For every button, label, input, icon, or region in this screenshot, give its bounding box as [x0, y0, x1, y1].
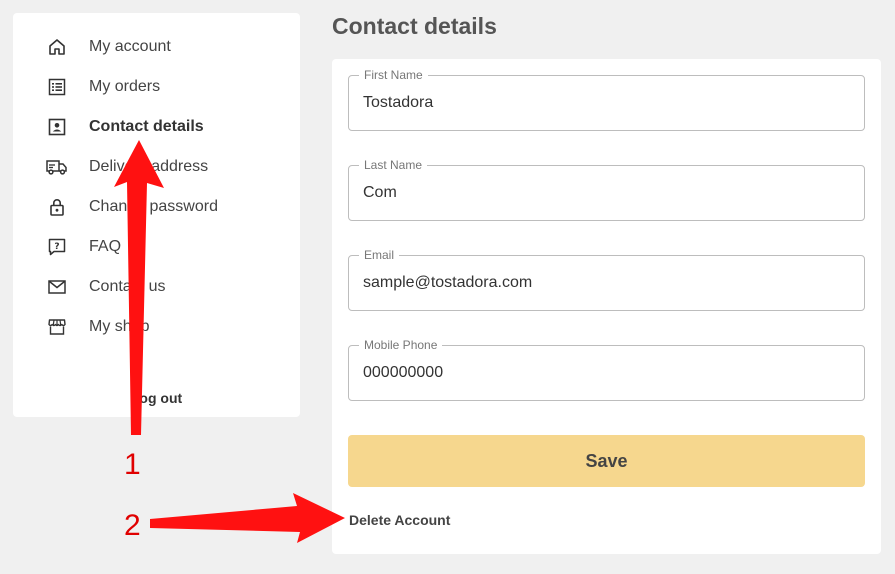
- mail-icon: [46, 276, 68, 298]
- mobile-phone-field: Mobile Phone: [348, 338, 865, 401]
- first-name-field: First Name: [348, 68, 865, 131]
- account-sidebar: My account My orders Contact details Del…: [13, 13, 300, 417]
- sidebar-item-contact-details[interactable]: Contact details: [13, 109, 300, 145]
- contact-icon: [46, 116, 68, 138]
- last-name-field: Last Name: [348, 158, 865, 221]
- annotation-label-2: 2: [124, 509, 141, 542]
- sidebar-item-my-shop[interactable]: My shop: [13, 309, 300, 345]
- list-icon: [46, 76, 68, 98]
- sidebar-item-label: Contact us: [89, 278, 166, 295]
- sidebar-item-label: My account: [89, 38, 171, 55]
- email-input[interactable]: [363, 256, 843, 310]
- sidebar-item-label: Delivery address: [89, 158, 209, 175]
- annotation-label-1: 1: [124, 448, 141, 481]
- email-field: Email: [348, 248, 865, 311]
- annotation-arrow-2: [150, 493, 345, 543]
- question-icon: ?: [46, 236, 68, 258]
- sidebar-item-label: Change password: [89, 198, 218, 215]
- truck-icon: [46, 156, 68, 178]
- sidebar-item-my-orders[interactable]: My orders: [13, 69, 300, 105]
- sidebar-item-label: Contact details: [89, 118, 204, 135]
- sidebar-item-label: My orders: [89, 78, 161, 95]
- save-button[interactable]: Save: [348, 435, 865, 487]
- delete-account-link[interactable]: Delete Account: [349, 512, 450, 528]
- home-icon: [46, 36, 68, 58]
- last-name-input[interactable]: [363, 166, 843, 220]
- lock-icon: [46, 196, 68, 218]
- sidebar-item-my-account[interactable]: My account: [13, 29, 300, 65]
- page-title: Contact details: [332, 13, 497, 39]
- first-name-input[interactable]: [363, 76, 843, 130]
- sidebar-item-label: FAQ: [89, 238, 122, 255]
- sidebar-item-faq[interactable]: ? FAQ: [13, 229, 300, 265]
- contact-details-form: First Name Last Name Email Mobile Phone …: [332, 59, 881, 554]
- shop-icon: [46, 316, 68, 338]
- sidebar-item-label: My shop: [89, 318, 150, 335]
- sidebar-item-delivery-address[interactable]: Delivery address: [13, 149, 300, 185]
- logout-link[interactable]: Log out: [13, 390, 300, 406]
- svg-text:?: ?: [54, 242, 59, 252]
- mobile-phone-input[interactable]: [363, 346, 843, 400]
- sidebar-item-change-password[interactable]: Change password: [13, 189, 300, 225]
- sidebar-item-contact-us[interactable]: Contact us: [13, 269, 300, 305]
